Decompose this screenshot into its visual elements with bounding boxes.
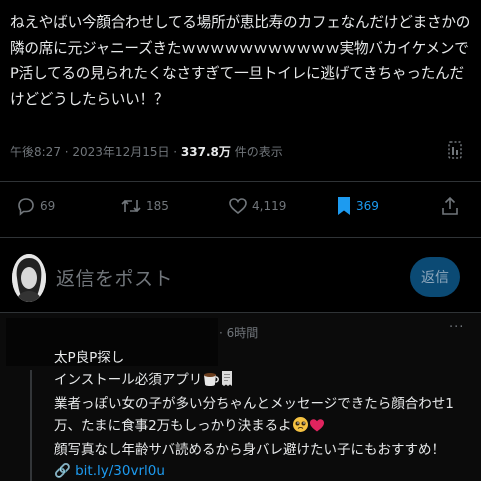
bookmark-count: 369 bbox=[356, 199, 379, 213]
post-text: ねえやばい今顔合わせしてる場所が恵比寿のカフェなんだけどまさかの隣の席に元ジャニ… bbox=[10, 14, 471, 108]
analytics-icon[interactable] bbox=[446, 140, 464, 160]
repost-action[interactable]: 185 bbox=[120, 196, 169, 216]
divider bbox=[0, 237, 481, 238]
heart-icon bbox=[229, 198, 247, 215]
bookmark-icon bbox=[338, 197, 350, 215]
divider bbox=[0, 181, 481, 182]
avatar[interactable] bbox=[12, 254, 46, 302]
reply-time[interactable]: · 6時間 bbox=[219, 324, 258, 341]
reply-action[interactable]: 69 bbox=[16, 196, 55, 216]
like-count: 4,119 bbox=[252, 199, 287, 213]
reply-line: 太P良P探し bbox=[54, 350, 125, 366]
reply-line: 業者っぽい女の子が多い分ちゃんとメッセージできたら顔合わせ1万、たまに食事2万も… bbox=[54, 394, 474, 440]
share-icon bbox=[442, 196, 458, 215]
post-datetime[interactable]: 午後8:27 · 2023年12月15日 · bbox=[10, 145, 181, 159]
like-action[interactable]: 4,119 bbox=[228, 196, 286, 216]
bookmark-action[interactable]: 369 bbox=[336, 196, 379, 216]
post-meta: 午後8:27 · 2023年12月15日 · 337.8万 件の表示 bbox=[10, 143, 283, 160]
reply-submit-button[interactable]: 返信 bbox=[410, 257, 460, 297]
reply-line: 顔写真なし年齢サバ読めるから身バレ避けたい子にもおすすめ！ bbox=[54, 442, 445, 458]
reply-count: 69 bbox=[40, 199, 56, 213]
repost-icon bbox=[121, 199, 141, 213]
share-action[interactable] bbox=[441, 196, 459, 216]
heart-emoji-icon bbox=[309, 417, 325, 441]
more-options-icon[interactable]: ··· bbox=[449, 320, 464, 335]
repost-count: 185 bbox=[146, 199, 169, 213]
reply-icon bbox=[18, 198, 34, 216]
cup-emoji-icon bbox=[202, 370, 220, 395]
link-icon: 🔗 bbox=[54, 463, 71, 479]
pleading-face-emoji-icon bbox=[292, 416, 309, 441]
reply-line: インストール必須アプリ bbox=[54, 370, 474, 395]
reply-text: 太P良P探しインストール必須アプリ 業者っぽい女の子が多い分ちゃんとメッセージでき… bbox=[54, 348, 474, 462]
receipt-emoji-icon bbox=[220, 370, 234, 395]
views-label: 件の表示 bbox=[230, 145, 283, 159]
reply-link[interactable]: 🔗 bit.ly/30vrl0u bbox=[54, 463, 165, 479]
reply-input[interactable]: 返信をポスト bbox=[56, 264, 173, 291]
thread-line bbox=[30, 370, 32, 481]
views-count: 337.8万 bbox=[180, 145, 231, 159]
